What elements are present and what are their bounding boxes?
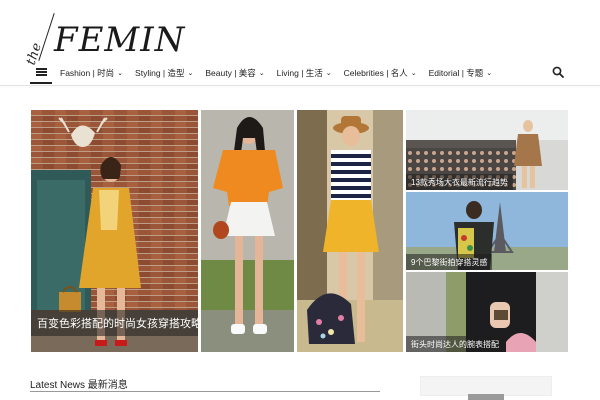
logo-name: FEMIN (54, 20, 186, 60)
tile-caption[interactable]: 13款秀场大衣最新流行趋势 (406, 174, 513, 190)
featured-tile-5[interactable]: 9个巴黎街拍穿搭灵感 (406, 192, 568, 270)
logo-slash (38, 13, 55, 61)
site-logo[interactable]: the FEMIN (24, 8, 190, 67)
nav-item-fashion[interactable]: Fashion | 时尚 ⌄ (60, 67, 123, 79)
featured-tile-2[interactable] (201, 110, 294, 352)
main-nav: Fashion | 时尚 ⌄ Styling | 造型 ⌄ Beauty | 美… (30, 62, 570, 84)
chevron-down-icon: ⌄ (258, 70, 265, 77)
featured-tile-4[interactable]: 13款秀场大衣最新流行趋势 (406, 110, 568, 190)
nav-label: Celebrities | 名人 (343, 68, 408, 78)
striped-top (331, 150, 371, 200)
nav-item-beauty[interactable]: Beauty | 美容 ⌄ (205, 67, 264, 79)
latest-news-heading: Latest News 最新消息 (30, 380, 128, 391)
nav-item-living[interactable]: Living | 生活 ⌄ (277, 67, 332, 79)
section-divider (30, 391, 380, 392)
chevron-down-icon: ⌄ (486, 70, 493, 77)
nav-label: Styling | 造型 (135, 68, 185, 78)
sidebar-button[interactable] (468, 394, 504, 400)
featured-image (297, 110, 403, 352)
featured-tile-main[interactable]: 百变色彩搭配的时尚女孩穿搭攻略 (31, 110, 198, 352)
nav-item-celebrities[interactable]: Celebrities | 名人 ⌄ (344, 67, 417, 79)
nav-label: Living | 生活 (276, 68, 323, 78)
nav-label: Beauty | 美容 (205, 68, 256, 78)
nav-item-editorial[interactable]: Editorial | 专题 ⌄ (429, 67, 493, 79)
featured-caption[interactable]: 百变色彩搭配的时尚女孩穿搭攻略 (31, 310, 198, 336)
nav-item-styling[interactable]: Styling | 造型 ⌄ (135, 67, 193, 79)
chevron-down-icon: ⌄ (117, 70, 124, 77)
tile-caption[interactable]: 9个巴黎街拍穿搭灵感 (406, 254, 493, 270)
sidebar-search-box[interactable] (420, 376, 552, 396)
page: the FEMIN Fashion | 时尚 ⌄ Styling | 造型 ⌄ … (0, 0, 600, 400)
nav-divider (0, 85, 600, 86)
featured-tile-6[interactable]: 街头时尚达人的腕表搭配 (406, 272, 568, 352)
featured-image (201, 110, 294, 352)
chevron-down-icon: ⌄ (325, 70, 332, 77)
featured-tile-3[interactable] (297, 110, 403, 352)
hamburger-menu-icon[interactable] (30, 62, 52, 84)
chevron-down-icon: ⌄ (187, 70, 194, 77)
nav-label: Editorial | 专题 (428, 68, 484, 78)
tile-caption[interactable]: 街头时尚达人的腕表搭配 (406, 336, 504, 352)
chevron-down-icon: ⌄ (410, 70, 417, 77)
nav-label: Fashion | 时尚 (60, 68, 115, 78)
search-icon[interactable] (552, 66, 564, 78)
